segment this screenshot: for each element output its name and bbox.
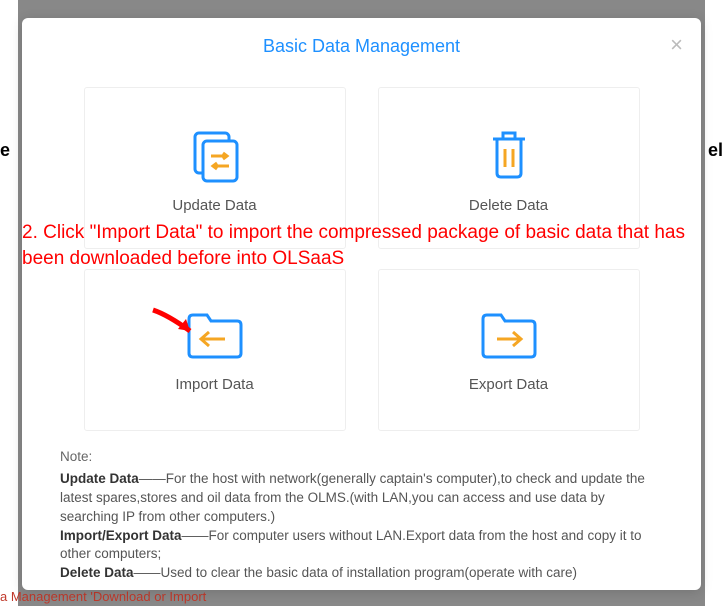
bg-text-right: el bbox=[708, 140, 723, 161]
notes-line-import-export: Import/Export Data——For computer users w… bbox=[60, 527, 663, 565]
tile-label: Export Data bbox=[469, 376, 548, 393]
tile-label: Delete Data bbox=[469, 197, 548, 214]
notes-line-update: Update Data——For the host with network(g… bbox=[60, 470, 663, 527]
notes-header: Note: bbox=[60, 448, 663, 467]
tile-label: Import Data bbox=[175, 376, 253, 393]
folder-export-icon bbox=[477, 307, 541, 362]
notes-block: Note: Update Data——For the host with net… bbox=[60, 448, 663, 583]
bg-text-left: e bbox=[0, 140, 10, 161]
update-icon bbox=[185, 123, 245, 183]
trash-icon bbox=[479, 123, 539, 183]
modal-basic-data-management: × Basic Data Management Update Data De bbox=[22, 18, 701, 590]
bg-text-bottom: a Management 'Download or Import bbox=[0, 589, 206, 604]
tile-import-data[interactable]: Import Data bbox=[84, 269, 346, 431]
notes-line-delete: Delete Data——Used to clear the basic dat… bbox=[60, 564, 663, 583]
close-icon[interactable]: × bbox=[670, 34, 683, 56]
annotation-arrow-icon bbox=[148, 305, 208, 345]
tile-export-data[interactable]: Export Data bbox=[378, 269, 640, 431]
modal-title: Basic Data Management bbox=[22, 36, 701, 57]
annotation-instruction: 2. Click "Import Data" to import the com… bbox=[22, 220, 701, 271]
tile-label: Update Data bbox=[172, 197, 256, 214]
